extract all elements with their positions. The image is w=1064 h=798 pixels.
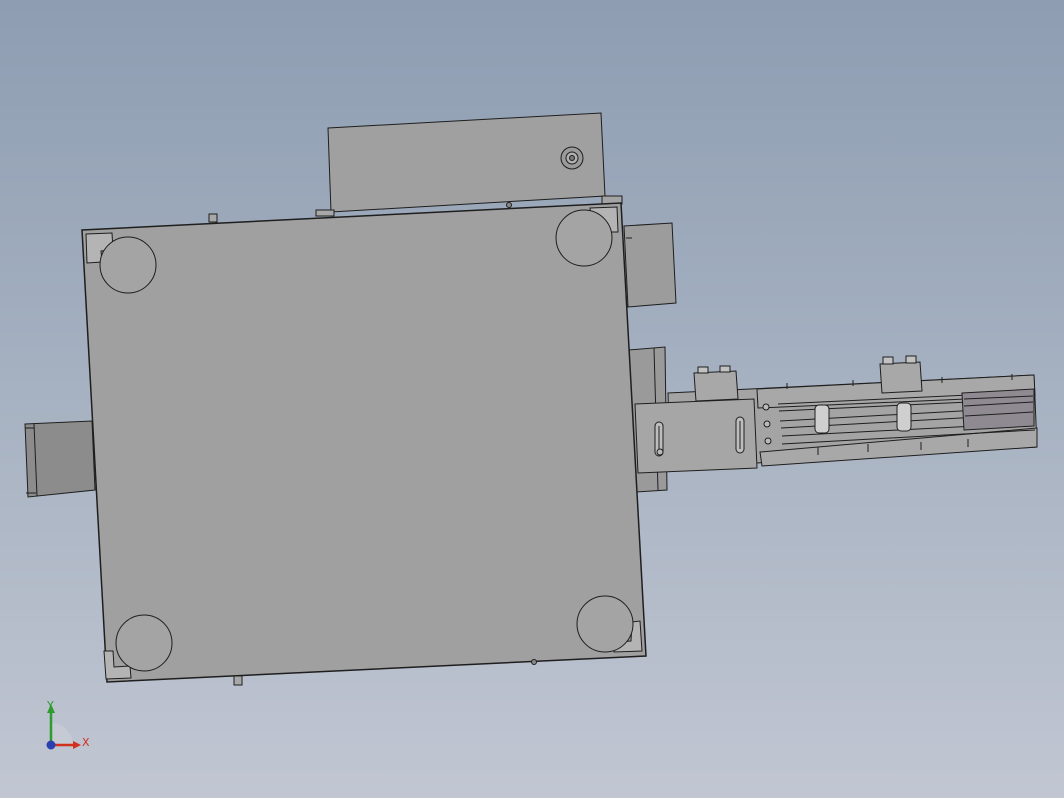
rail-carriage-plate[interactable] — [634, 398, 758, 474]
main-base-plate[interactable] — [81, 202, 647, 686]
triad-icon — [46, 704, 81, 750]
z-axis-dot — [46, 740, 56, 750]
cad-graphics-viewport[interactable]: X Y — [0, 0, 1064, 798]
x-axis-label: X — [82, 736, 90, 749]
y-axis-label: Y — [47, 699, 54, 712]
cad-model-view[interactable] — [0, 0, 1064, 798]
triad-plane-shading — [51, 723, 73, 745]
left-motor-stub[interactable] — [24, 420, 96, 498]
right-motor-block[interactable] — [623, 222, 677, 308]
coordinate-triad: X Y — [36, 698, 100, 758]
x-axis-arrowhead — [73, 741, 81, 749]
